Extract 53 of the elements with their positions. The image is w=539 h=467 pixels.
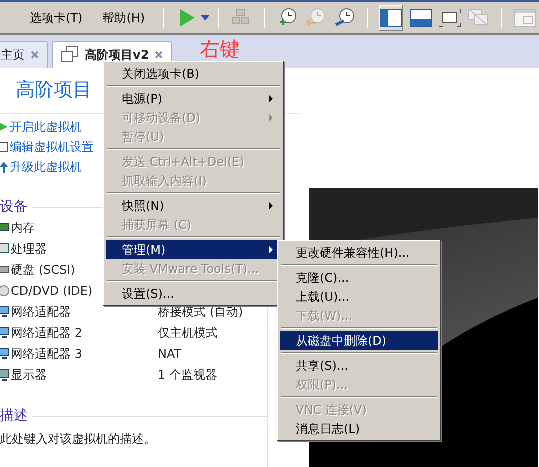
close-icon[interactable] <box>155 51 164 59</box>
section-heading: 设备 <box>0 198 28 216</box>
network-icon <box>0 326 9 340</box>
device-value: NAT <box>158 346 182 363</box>
menu-item[interactable]: 设置(S)... <box>106 284 281 303</box>
unity-icon[interactable] <box>468 8 490 26</box>
device-name: 硬盘 (SCSI) <box>11 262 76 279</box>
network-icon <box>0 305 9 319</box>
monitor-icon <box>0 368 9 382</box>
device-name: 网络适配器 <box>11 304 71 321</box>
network-nodes-icon[interactable] <box>232 8 250 26</box>
annotation-text: 右键 <box>200 38 240 60</box>
device-name: 网络适配器 2 <box>11 325 82 342</box>
device-name: 网络适配器 3 <box>11 346 82 363</box>
menu-item[interactable]: 从磁盘中删除(D) <box>280 331 438 350</box>
description-text: 此处键入对该虚拟机的描述。 <box>0 432 156 446</box>
play-icon <box>0 120 9 132</box>
menu-item[interactable]: 上载(U)... <box>280 287 438 306</box>
action-link[interactable]: 开启此虚拟机 <box>10 118 82 136</box>
device-name: 内存 <box>11 220 35 237</box>
menu-item[interactable]: 克隆(C)... <box>280 268 438 287</box>
clock-revert-icon[interactable] <box>305 6 328 28</box>
tab[interactable]: 主页 <box>0 41 48 68</box>
device-name: 处理器 <box>11 241 47 258</box>
device-value: 桥接模式 (自动) <box>158 304 244 321</box>
vm-title: 高阶项目 <box>16 79 92 101</box>
processor-icon <box>0 242 9 256</box>
device-name: CD/DVD (IDE) <box>11 283 93 300</box>
window-icon[interactable] <box>514 8 536 26</box>
close-icon[interactable] <box>31 51 39 59</box>
section-heading: 描述 <box>0 406 28 426</box>
menu-item[interactable]: 消息日志(L) <box>280 419 438 438</box>
arrow-up-icon <box>0 160 9 172</box>
menu-item[interactable]: 选项卡(T) <box>20 8 93 26</box>
device-value: 1 个监视器 <box>158 367 218 384</box>
sidebar-view-icon[interactable] <box>380 8 402 26</box>
menu-item[interactable]: 共享(S)... <box>280 356 438 375</box>
action-link[interactable]: 编辑虚拟机设置 <box>10 138 94 156</box>
device-name: 显示器 <box>11 367 47 384</box>
menu-item[interactable]: 快照(N) <box>106 196 281 215</box>
action-link[interactable]: 升级此虚拟机 <box>10 158 82 176</box>
clock-wrench-icon[interactable] <box>334 6 356 28</box>
settings-icon <box>0 140 9 152</box>
menu-item[interactable]: 电源(P) <box>106 89 281 108</box>
caret-icon[interactable] <box>201 14 210 20</box>
fullscreen-icon[interactable] <box>438 8 461 26</box>
console-view-icon[interactable] <box>410 8 432 26</box>
menu-item[interactable]: 帮助(H) <box>92 8 156 26</box>
network-icon <box>0 347 9 361</box>
cd-icon <box>0 284 9 298</box>
menu-item[interactable]: 更改硬件兼容性(H)... <box>280 243 438 262</box>
vm-icon <box>61 46 79 64</box>
device-value: 仅主机模式 <box>158 325 218 342</box>
